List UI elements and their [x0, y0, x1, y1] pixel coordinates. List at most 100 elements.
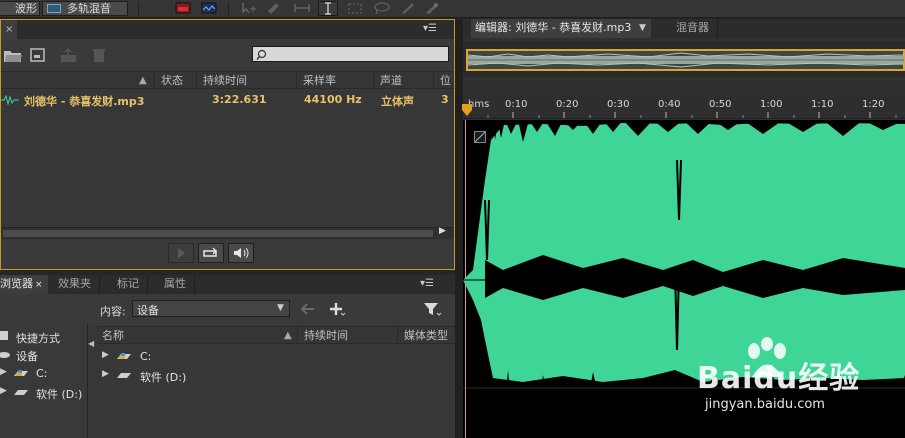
playhead-icon[interactable] [460, 104, 474, 118]
col-duration[interactable]: 持续时间 [196, 72, 296, 89]
tree-drive-d-label: 软件 (D:) [36, 388, 83, 401]
col-name[interactable]: 名称 [102, 327, 124, 344]
sort-ascending-icon[interactable]: ▲ [139, 72, 147, 89]
lasso-tool-icon[interactable] [372, 1, 392, 16]
move-tool-icon[interactable] [238, 1, 258, 16]
search-icon [256, 49, 267, 60]
files-search-input[interactable] [252, 46, 449, 62]
close-icon[interactable]: × [5, 24, 13, 35]
loop-icon [203, 247, 217, 257]
delete-file-icon[interactable] [91, 47, 107, 66]
toolbar-divider [138, 2, 139, 16]
time-ruler[interactable]: hms 0:10 0:20 0:30 0:40 0:50 1:00 1:10 1… [460, 96, 905, 119]
expand-arrow-icon[interactable]: ▶ [102, 350, 109, 360]
file-sample-rate: 44100 Hz [304, 93, 362, 106]
export-file-icon[interactable] [59, 47, 79, 66]
close-icon[interactable]: × [35, 280, 43, 290]
tab-browser[interactable]: 浏览器 × [0, 275, 48, 294]
media-browser-panel: 浏览器 × 效果夹 标记 属性 ▾☰ 内容: 设备 ▼ 快捷方式 设备 ▶ C:… [0, 275, 455, 438]
top-toolbar: 波形 多轨混音 [0, 0, 905, 18]
marquee-tool-icon[interactable] [346, 1, 366, 16]
loop-button[interactable] [198, 243, 224, 263]
file-name: 刘德华 - 恭喜发财.mp3 [24, 95, 145, 108]
expand-arrow-icon[interactable]: ▶ [0, 367, 7, 377]
play-button[interactable] [168, 243, 194, 263]
overview-zoom-range[interactable] [466, 49, 905, 71]
tree-shortcuts-label: 快捷方式 [16, 332, 60, 345]
ruler-label: 0:10 [505, 99, 528, 110]
add-shortcut-icon[interactable] [328, 301, 346, 320]
files-panel-tabstrip: × ▾☰ [1, 20, 454, 39]
expand-arrow-icon[interactable]: ▶ [102, 369, 109, 379]
list-item[interactable]: ▶ 软件 (D:) [97, 368, 455, 384]
file-duration: 3:22.631 [212, 93, 267, 106]
tab-markers[interactable]: 标记 [109, 275, 148, 294]
scrollbar-thumb[interactable] [3, 230, 433, 237]
panel-menu-icon[interactable]: ▾☰ [420, 275, 434, 293]
overview-waveform [468, 52, 904, 68]
files-panel: × ▾☰ ▲ 状态 持续时间 采样率 声道 位 刘德华 - 恭喜发财.mp3 3… [0, 19, 455, 270]
col-bits[interactable]: 位 [433, 72, 454, 89]
devices-icon [0, 352, 10, 358]
content-dropdown[interactable]: 设备 ▼ [132, 300, 290, 317]
panel-menu-icon[interactable]: ▾☰ [423, 20, 437, 38]
drive-icon [14, 370, 28, 376]
panel-splitter[interactable] [455, 19, 463, 438]
time-selection-tool-icon[interactable] [318, 1, 338, 16]
ruler-label: 0:30 [607, 99, 630, 110]
file-bits: 3 [441, 93, 449, 106]
content-dropdown-value: 设备 [137, 304, 159, 317]
open-file-icon[interactable] [3, 47, 23, 66]
back-arrow-icon[interactable] [300, 302, 316, 319]
tab-properties[interactable]: 属性 [156, 275, 195, 294]
files-tab[interactable]: × [1, 20, 17, 39]
col-status[interactable]: 状态 [154, 72, 196, 89]
auto-play-button[interactable] [228, 243, 254, 263]
spot-healing-tool-icon[interactable] [422, 1, 442, 16]
waveform-view-button[interactable]: 波形 [0, 1, 40, 16]
col-media-type[interactable]: 媒体类型 [397, 327, 455, 344]
tab-mixer[interactable]: 混音器 [668, 19, 718, 38]
files-horizontal-scrollbar[interactable]: ▶ [1, 226, 454, 239]
chevron-down-icon: ▼ [277, 303, 284, 313]
scroll-right-icon[interactable]: ▶ [439, 226, 446, 236]
brush-tool-icon[interactable] [398, 1, 418, 16]
tab-browser-label: 浏览器 [0, 277, 33, 290]
insert-into-multitrack-icon[interactable] [29, 47, 47, 66]
spectral-frequency-icon[interactable] [174, 1, 194, 16]
tree-devices-label: 设备 [16, 350, 38, 363]
file-row[interactable]: 刘德华 - 恭喜发财.mp3 3:22.631 44100 Hz 立体声 3 [1, 91, 454, 109]
col-sample-rate[interactable]: 采样率 [296, 72, 373, 89]
ruler-label: 0:20 [556, 99, 579, 110]
col-channels[interactable]: 声道 [373, 72, 433, 89]
razor-tool-icon[interactable] [264, 1, 284, 16]
ruler-label: 1:20 [862, 99, 885, 110]
tree-drive-c-label: C: [36, 367, 48, 380]
filter-icon[interactable] [422, 301, 442, 320]
tab-effects-rack[interactable]: 效果夹 [50, 275, 100, 294]
files-toolbar [1, 39, 454, 73]
shortcuts-icon [0, 331, 8, 340]
drive-icon [117, 373, 131, 378]
chevron-down-icon[interactable]: ▼ [639, 19, 646, 37]
files-column-header: ▲ 状态 持续时间 采样率 声道 位 [1, 71, 454, 89]
spectral-pitch-icon[interactable] [200, 1, 220, 16]
file-channels: 立体声 [381, 95, 414, 108]
col-duration[interactable]: 持续时间 [297, 327, 397, 344]
speaker-icon [234, 247, 249, 259]
ruler-ticks [487, 112, 897, 118]
tree-splitter[interactable]: ◀ [88, 315, 96, 438]
tab-editor[interactable]: 编辑器: 刘德华 - 恭喜发财.mp3 ▼ [471, 19, 651, 38]
multitrack-view-button[interactable]: 多轨混音 [42, 1, 128, 16]
collapse-left-icon[interactable]: ◀ [88, 339, 94, 348]
sort-ascending-icon[interactable]: ▲ [284, 327, 292, 344]
editor-tabstrip: 编辑器: 刘德华 - 恭喜发财.mp3 ▼ 混音器 [463, 19, 905, 38]
overview-area [463, 41, 905, 77]
list-item[interactable]: ▶ C: [97, 349, 455, 365]
content-label: 内容: [100, 305, 126, 318]
ruler-label: 0:50 [709, 99, 732, 110]
expand-arrow-icon[interactable]: ▶ [0, 386, 7, 396]
slip-tool-icon[interactable] [292, 1, 312, 16]
list-item-label: C: [140, 350, 152, 363]
ruler-label: 0:40 [658, 99, 681, 110]
